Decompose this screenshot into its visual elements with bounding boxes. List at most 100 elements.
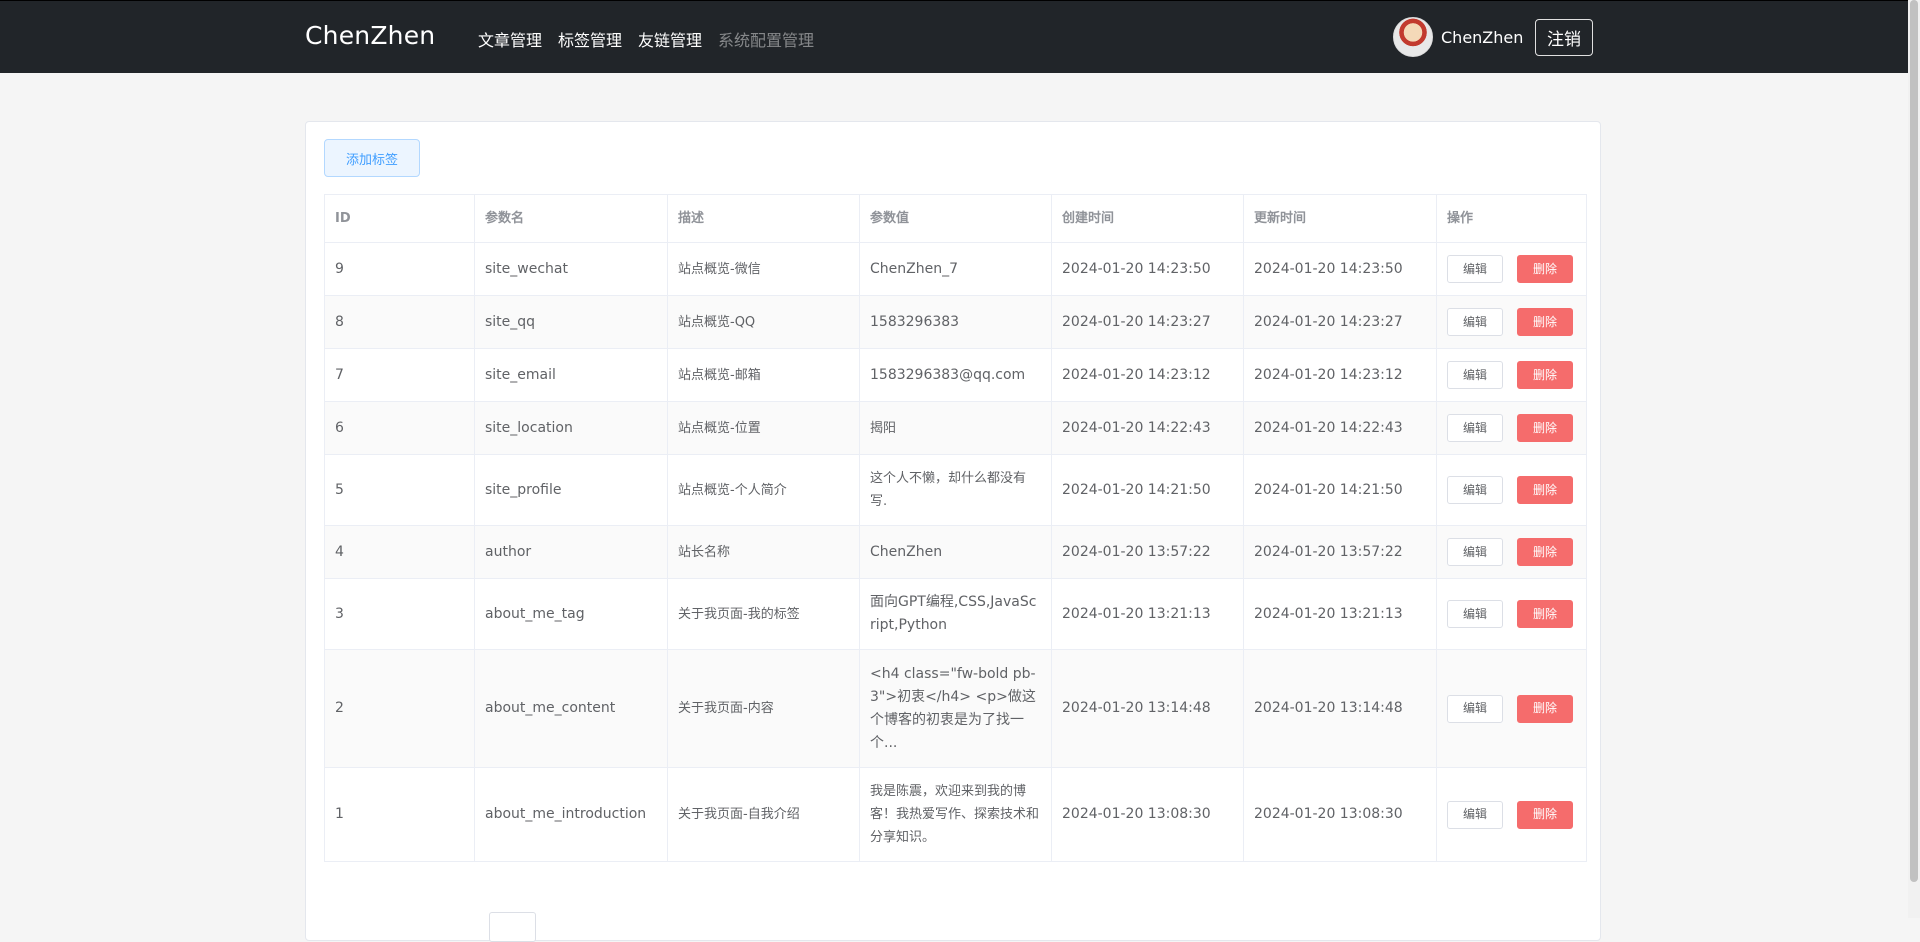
cell-value: 面向GPT编程,CSS,JavaScript,Python (859, 578, 1052, 650)
cell-updated: 2024-01-20 13:14:48 (1243, 649, 1437, 768)
cell-created: 2024-01-20 13:21:13 (1051, 578, 1244, 650)
table-header-row: ID 参数名 描述 参数值 创建时间 更新时间 操作 (324, 194, 1587, 243)
cell-desc: 关于我页面-内容 (667, 649, 860, 768)
cell-created: 2024-01-20 13:08:30 (1051, 767, 1244, 862)
cell-desc: 站长名称 (667, 525, 860, 579)
config-table: ID 参数名 描述 参数值 创建时间 更新时间 操作 9 site_wechat… (324, 194, 1587, 862)
delete-button[interactable]: 删除 (1517, 800, 1573, 829)
user-menu[interactable]: ChenZhen (1393, 17, 1523, 57)
cell-id: 4 (324, 525, 475, 579)
delete-button[interactable]: 删除 (1517, 255, 1573, 283)
cell-desc: 站点概览-QQ (667, 295, 860, 349)
brand-logo[interactable]: ChenZhen (305, 21, 435, 50)
column-header-id: ID (324, 194, 475, 243)
cell-name: site_wechat (474, 242, 668, 296)
nav-system-config-management[interactable]: 系统配置管理 (718, 27, 814, 51)
cell-name: about_me_content (474, 649, 668, 768)
delete-button[interactable]: 删除 (1517, 600, 1573, 628)
edit-button[interactable]: 编辑 (1447, 255, 1503, 283)
nav-links: 文章管理 标签管理 友链管理 系统配置管理 (478, 27, 814, 51)
cell-value: 我是陈震，欢迎来到我的博客！我热爱写作、探索技术和分享知识。 (859, 767, 1052, 862)
table-row: 4 author 站长名称 ChenZhen 2024-01-20 13:57:… (324, 525, 1587, 579)
nav-tag-management[interactable]: 标签管理 (558, 27, 622, 51)
table-row: 1 about_me_introduction 关于我页面-自我介绍 我是陈震，… (324, 767, 1587, 862)
cell-name: site_qq (474, 295, 668, 349)
avatar[interactable] (1393, 17, 1433, 57)
cell-value: 揭阳 (859, 401, 1052, 455)
edit-button[interactable]: 编辑 (1447, 476, 1503, 504)
cell-actions: 编辑 删除 (1436, 242, 1587, 296)
config-card: 添加标签 ID 参数名 描述 参数值 创建时间 更新时间 操作 9 site_w… (305, 121, 1601, 942)
edit-button[interactable]: 编辑 (1447, 694, 1503, 723)
column-header-value: 参数值 (859, 194, 1052, 243)
cell-id: 7 (324, 348, 475, 402)
cell-created: 2024-01-20 13:14:48 (1051, 649, 1244, 768)
delete-button[interactable]: 删除 (1517, 538, 1573, 566)
cell-updated: 2024-01-20 14:23:12 (1243, 348, 1437, 402)
cell-id: 9 (324, 242, 475, 296)
edit-button[interactable]: 编辑 (1447, 600, 1503, 628)
cell-actions: 编辑 删除 (1436, 454, 1587, 526)
top-navbar: ChenZhen 文章管理 标签管理 友链管理 系统配置管理 ChenZhen … (0, 0, 1908, 73)
page-scrollbar-thumb[interactable] (1910, 0, 1918, 882)
cell-updated: 2024-01-20 14:23:27 (1243, 295, 1437, 349)
nav-friendlink-management[interactable]: 友链管理 (638, 27, 702, 51)
cell-value: 1583296383@qq.com (859, 348, 1052, 402)
edit-button[interactable]: 编辑 (1447, 361, 1503, 389)
cell-updated: 2024-01-20 14:23:50 (1243, 242, 1437, 296)
table-row: 9 site_wechat 站点概览-微信 ChenZhen_7 2024-01… (324, 242, 1587, 296)
edit-button[interactable]: 编辑 (1447, 800, 1503, 829)
cell-value: 这个人不懒，却什么都没有写. (859, 454, 1052, 526)
column-header-name: 参数名 (474, 194, 668, 243)
delete-button[interactable]: 删除 (1517, 414, 1573, 442)
cell-actions: 编辑 删除 (1436, 295, 1587, 349)
cell-name: site_email (474, 348, 668, 402)
cell-actions: 编辑 删除 (1436, 401, 1587, 455)
edit-button[interactable]: 编辑 (1447, 308, 1503, 336)
cell-desc: 站点概览-个人简介 (667, 454, 860, 526)
pagination-page-button[interactable] (489, 912, 536, 942)
cell-id: 5 (324, 454, 475, 526)
logout-button[interactable]: 注销 (1535, 19, 1593, 56)
cell-name: about_me_tag (474, 578, 668, 650)
column-header-updated: 更新时间 (1243, 194, 1437, 243)
cell-desc: 站点概览-位置 (667, 401, 860, 455)
table-row: 3 about_me_tag 关于我页面-我的标签 面向GPT编程,CSS,Ja… (324, 578, 1587, 650)
table-row: 5 site_profile 站点概览-个人简介 这个人不懒，却什么都没有写. … (324, 454, 1587, 526)
cell-actions: 编辑 删除 (1436, 578, 1587, 650)
cell-value: ChenZhen (859, 525, 1052, 579)
cell-created: 2024-01-20 14:23:12 (1051, 348, 1244, 402)
delete-button[interactable]: 删除 (1517, 476, 1573, 504)
column-header-actions: 操作 (1436, 194, 1587, 243)
delete-button[interactable]: 删除 (1517, 308, 1573, 336)
delete-button[interactable]: 删除 (1517, 361, 1573, 389)
user-name[interactable]: ChenZhen (1441, 28, 1523, 47)
cell-actions: 编辑 删除 (1436, 767, 1587, 862)
cell-created: 2024-01-20 14:22:43 (1051, 401, 1244, 455)
cell-updated: 2024-01-20 13:08:30 (1243, 767, 1437, 862)
cell-created: 2024-01-20 13:57:22 (1051, 525, 1244, 579)
add-tag-button[interactable]: 添加标签 (324, 139, 420, 177)
cell-updated: 2024-01-20 13:57:22 (1243, 525, 1437, 579)
cell-desc: 站点概览-微信 (667, 242, 860, 296)
edit-button[interactable]: 编辑 (1447, 538, 1503, 566)
cell-created: 2024-01-20 14:23:50 (1051, 242, 1244, 296)
cell-updated: 2024-01-20 14:22:43 (1243, 401, 1437, 455)
cell-actions: 编辑 删除 (1436, 649, 1587, 768)
table-row: 6 site_location 站点概览-位置 揭阳 2024-01-20 14… (324, 401, 1587, 455)
cell-value: ChenZhen_7 (859, 242, 1052, 296)
cell-id: 3 (324, 578, 475, 650)
cell-name: author (474, 525, 668, 579)
cell-actions: 编辑 删除 (1436, 525, 1587, 579)
column-header-desc: 描述 (667, 194, 860, 243)
delete-button[interactable]: 删除 (1517, 694, 1573, 723)
cell-desc: 关于我页面-自我介绍 (667, 767, 860, 862)
edit-button[interactable]: 编辑 (1447, 414, 1503, 442)
table-row: 7 site_email 站点概览-邮箱 1583296383@qq.com 2… (324, 348, 1587, 402)
cell-name: about_me_introduction (474, 767, 668, 862)
cell-id: 8 (324, 295, 475, 349)
cell-value: 1583296383 (859, 295, 1052, 349)
table-row: 2 about_me_content 关于我页面-内容 <h4 class="f… (324, 649, 1587, 768)
cell-updated: 2024-01-20 13:21:13 (1243, 578, 1437, 650)
nav-article-management[interactable]: 文章管理 (478, 27, 542, 51)
